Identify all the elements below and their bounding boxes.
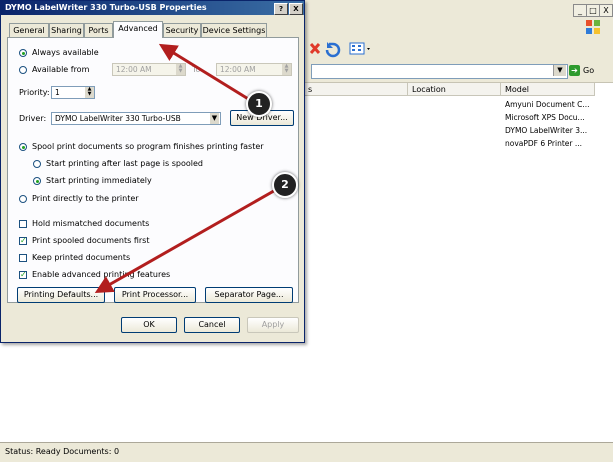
arrow-to-advanced-tab — [158, 43, 251, 102]
step-badge-2: 2 — [272, 172, 298, 198]
step-badge-1: 1 — [246, 91, 272, 117]
tab-advanced[interactable]: Advanced — [113, 21, 163, 38]
annotation-arrows — [94, 43, 280, 293]
arrow-to-printing-defaults — [94, 186, 280, 293]
